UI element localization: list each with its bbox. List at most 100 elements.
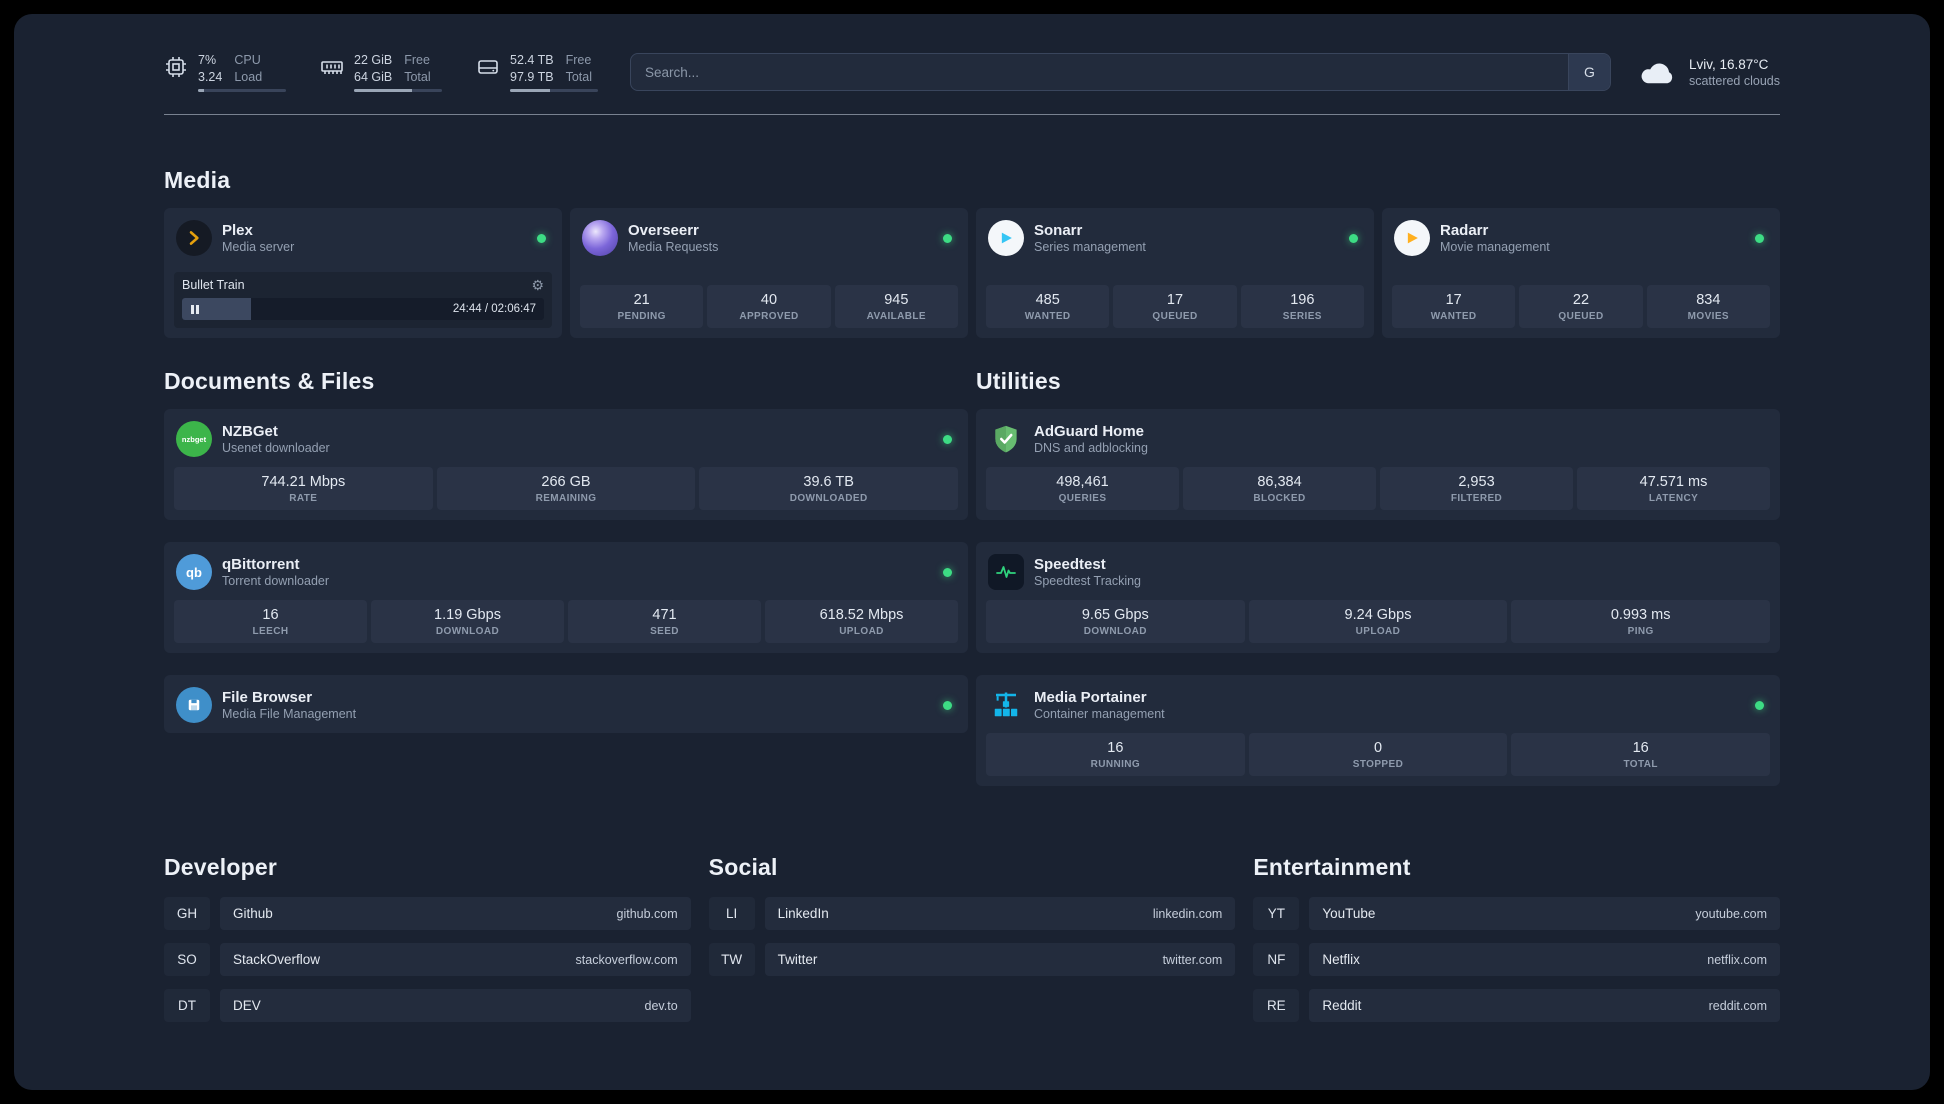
bookmark-url: netflix.com <box>1707 952 1767 967</box>
bookmark-abbr: DT <box>164 989 210 1022</box>
stat-movies: 834 MOVIES <box>1646 285 1770 328</box>
bookmark-url: linkedin.com <box>1152 906 1223 921</box>
bookmark-url: stackoverflow.com <box>575 952 678 967</box>
service-card-plex[interactable]: Plex Media server Bullet Train ⚙ 24:44 /… <box>164 208 562 338</box>
bookmark-abbr: RE <box>1253 989 1300 1022</box>
stat-queued: 17 QUEUED <box>1113 285 1237 328</box>
stat-queries: 498,461 QUERIES <box>986 467 1179 510</box>
stat-available: 945 AVAILABLE <box>834 285 958 328</box>
service-title: qBittorrent <box>222 556 300 573</box>
disk-free-value: 52.4 TB <box>510 53 554 68</box>
memory-total-value: 64 GiB <box>354 69 393 84</box>
bookmark-abbr: LI <box>708 897 755 930</box>
plex-now-playing: Bullet Train ⚙ 24:44 / 02:06:47 <box>174 272 552 328</box>
disk-progressbar <box>510 88 598 92</box>
status-online-dot <box>943 567 952 577</box>
bookmark-group-entertainment: Entertainment YT YouTube youtube.com NF … <box>1253 854 1780 1035</box>
section-title-media: Media <box>164 167 231 193</box>
disk-label-top: Free <box>565 53 592 68</box>
service-card-sonarr[interactable]: Sonarr Series management 485 WANTED 17 Q… <box>976 208 1374 338</box>
service-subtitle: Movie management <box>1440 240 1550 254</box>
bookmark-url: youtube.com <box>1695 906 1767 921</box>
stat-rate: 744.21 Mbps RATE <box>174 467 433 510</box>
section-title-entertainment: Entertainment <box>1253 854 1411 880</box>
search-input[interactable] <box>631 54 1568 90</box>
status-online-dot <box>537 233 546 243</box>
stat-queued: 22 QUEUED <box>1519 285 1643 328</box>
service-card-adguard[interactable]: AdGuard Home DNS and adblocking 498,461 … <box>976 409 1780 520</box>
service-card-overseerr[interactable]: Overseerr Media Requests 21 PENDING 40 A… <box>570 208 968 338</box>
bookmark-stackoverflow[interactable]: SO StackOverflow stackoverflow.com <box>164 943 691 976</box>
service-card-speedtest[interactable]: Speedtest Speedtest Tracking 9.65 Gbps D… <box>976 542 1780 653</box>
bookmark-youtube[interactable]: YT YouTube youtube.com <box>1253 897 1780 930</box>
section-documents-files: Documents & Files nzbget NZBGet Usenet d… <box>164 368 968 755</box>
bookmark-name: Twitter <box>777 952 818 967</box>
stat-remaining: 266 GB REMAINING <box>436 467 696 510</box>
bookmark-url: dev.to <box>644 998 678 1013</box>
bookmark-netflix[interactable]: NF Netflix netflix.com <box>1253 943 1780 976</box>
adguard-icon <box>988 421 1024 457</box>
nzbget-icon: nzbget <box>176 421 212 457</box>
portainer-icon <box>988 687 1024 723</box>
weather-location: Lviv, 16.87°C <box>1688 56 1769 72</box>
bookmark-twitter[interactable]: TW Twitter twitter.com <box>708 943 1236 976</box>
section-title-developer: Developer <box>164 854 278 880</box>
status-online-dot <box>1349 233 1358 243</box>
stat-downloaded: 39.6 TB DOWNLOADED <box>699 467 958 510</box>
section-utilities: Utilities AdGuard Home DNS and adblockin… <box>976 368 1780 808</box>
service-card-filebrowser[interactable]: File Browser Media File Management <box>164 675 968 733</box>
service-card-nzbget[interactable]: nzbget NZBGet Usenet downloader 744.21 M… <box>164 409 968 520</box>
status-online-dot <box>943 700 952 710</box>
bookmark-abbr: GH <box>164 897 210 930</box>
stat-latency: 47.571 ms LATENCY <box>1577 467 1770 510</box>
service-subtitle: Series management <box>1034 240 1146 254</box>
bookmark-name: YouTube <box>1322 906 1376 921</box>
bookmark-linkedin[interactable]: LI LinkedIn linkedin.com <box>708 897 1236 930</box>
service-title: AdGuard Home <box>1034 423 1145 440</box>
stat-upload: 9.24 Gbps UPLOAD <box>1248 600 1508 643</box>
radarr-icon <box>1394 220 1430 256</box>
stat-ping: 0.993 ms PING <box>1511 600 1770 643</box>
bookmark-url: twitter.com <box>1162 952 1223 967</box>
stat-pending: 21 PENDING <box>580 285 704 328</box>
service-title: Overseerr <box>628 222 699 239</box>
pause-icon[interactable] <box>191 304 199 314</box>
service-subtitle: Torrent downloader <box>222 574 330 588</box>
service-subtitle: Media server <box>222 240 295 254</box>
disk-total-value: 97.9 TB <box>510 69 554 84</box>
cpu-label-top: CPU <box>234 53 261 68</box>
section-title-documents: Documents & Files <box>164 368 375 394</box>
bookmark-url: github.com <box>616 906 678 921</box>
stat-download: 9.65 Gbps DOWNLOAD <box>986 600 1245 643</box>
service-subtitle: DNS and adblocking <box>1034 441 1148 455</box>
service-card-radarr[interactable]: Radarr Movie management 17 WANTED 22 QUE… <box>1382 208 1780 338</box>
search-provider-button[interactable]: G <box>1567 54 1610 90</box>
service-card-qbittorrent[interactable]: qb qBittorrent Torrent downloader 16 LEE… <box>164 542 968 653</box>
now-playing-title: Bullet Train <box>182 278 245 292</box>
bookmark-abbr: SO <box>164 943 210 976</box>
service-title: Media Portainer <box>1034 689 1147 706</box>
service-title: File Browser <box>222 689 313 706</box>
memory-icon <box>321 61 343 75</box>
service-title: Radarr <box>1440 222 1489 239</box>
service-title: Plex <box>222 222 253 239</box>
cpu-icon <box>166 57 186 78</box>
bookmark-reddit[interactable]: RE Reddit reddit.com <box>1253 989 1780 1022</box>
memory-free-value: 22 GiB <box>354 53 393 68</box>
cpu-label-bottom: Load <box>234 69 263 84</box>
cpu-usage-value: 7% <box>198 53 217 68</box>
plex-icon <box>176 220 212 256</box>
section-title-utilities: Utilities <box>976 368 1061 394</box>
bookmark-github[interactable]: GH Github github.com <box>164 897 691 930</box>
bookmark-group-developer: Developer GH Github github.com SO StackO… <box>164 854 691 1035</box>
settings-gear-icon[interactable]: ⚙ <box>531 278 544 292</box>
bookmark-dev[interactable]: DT DEV dev.to <box>164 989 691 1022</box>
service-title: NZBGet <box>222 423 278 440</box>
cloud-icon <box>1641 63 1673 84</box>
cpu-progressbar <box>198 88 286 92</box>
bookmark-name: Reddit <box>1322 998 1362 1013</box>
stat-wanted: 485 WANTED <box>986 285 1110 328</box>
service-title: Speedtest <box>1034 556 1106 573</box>
status-online-dot <box>1755 700 1764 710</box>
service-card-portainer[interactable]: Media Portainer Container management 16 … <box>976 675 1780 786</box>
